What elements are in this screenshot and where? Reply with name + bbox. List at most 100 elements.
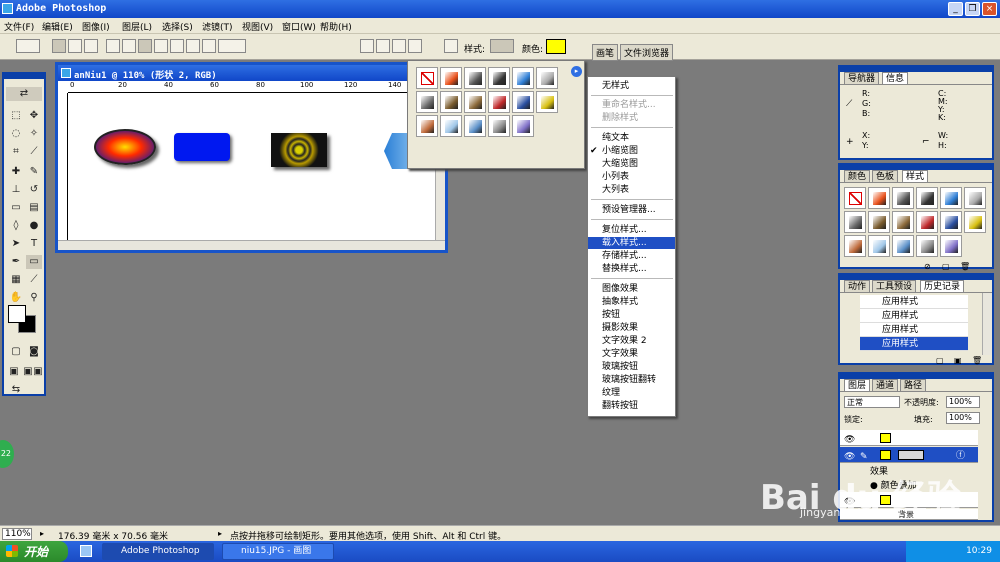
menu-item-delete-style[interactable]: 删除样式 bbox=[588, 112, 675, 124]
picker-menu-arrow-icon[interactable]: ▸ bbox=[571, 66, 582, 77]
style-swatch[interactable] bbox=[940, 211, 962, 233]
menu-item-small-list[interactable]: 小列表 bbox=[588, 171, 675, 183]
path-select-icon[interactable]: ➤ bbox=[8, 237, 24, 251]
restore-icon[interactable]: ❐ bbox=[965, 2, 980, 16]
taskbar-photoshop[interactable]: Adobe Photoshop bbox=[102, 543, 214, 560]
new-snapshot-icon[interactable]: ▢ bbox=[936, 356, 944, 365]
hand-tool-icon[interactable]: ✋ bbox=[8, 291, 24, 305]
concentric-button-shape[interactable] bbox=[271, 133, 327, 167]
link-icon[interactable] bbox=[444, 39, 458, 53]
menu-layer[interactable]: 图层(L) bbox=[122, 20, 152, 33]
add-area-icon[interactable] bbox=[360, 39, 374, 53]
pen-tool-icon[interactable]: ✒ bbox=[8, 255, 24, 269]
style-swatch[interactable] bbox=[844, 187, 866, 209]
style-swatch[interactable] bbox=[536, 91, 558, 113]
blur-tool-icon[interactable]: ◊ bbox=[8, 219, 24, 233]
menu-view[interactable]: 视图(V) bbox=[242, 20, 273, 33]
style-swatch[interactable] bbox=[868, 235, 890, 257]
delete-style-icon[interactable]: 🗑 bbox=[960, 262, 970, 271]
clear-style-icon[interactable]: ⊘ bbox=[924, 262, 931, 271]
gradient-tool-icon[interactable]: ▤ bbox=[26, 201, 42, 215]
fill-pixels-icon[interactable] bbox=[84, 39, 98, 53]
style-swatch[interactable] bbox=[488, 91, 510, 113]
menu-item-buttons[interactable]: 按钮 bbox=[588, 309, 675, 321]
tab-paths[interactable]: 路径 bbox=[900, 379, 927, 391]
menu-item-image-effects[interactable]: 图像效果 bbox=[588, 283, 675, 295]
zoom-input[interactable]: 110% bbox=[2, 528, 32, 540]
menu-select[interactable]: 选择(S) bbox=[162, 20, 193, 33]
style-swatch[interactable] bbox=[512, 67, 534, 89]
style-swatch[interactable] bbox=[440, 91, 462, 113]
new-document-icon[interactable]: ▣ bbox=[954, 356, 962, 365]
taskbar-paint[interactable]: niu15.JPG - 画图 bbox=[222, 543, 334, 560]
style-swatch[interactable] bbox=[940, 187, 962, 209]
menu-item-textures[interactable]: 纹理 bbox=[588, 387, 675, 399]
eye-icon[interactable]: 👁 bbox=[844, 432, 855, 448]
menu-item-small-thumbnail[interactable]: ✔ 小缩览图 bbox=[588, 145, 675, 157]
tab-actions[interactable]: 动作 bbox=[844, 280, 871, 292]
history-row[interactable]: 应用样式 bbox=[860, 309, 968, 323]
menu-item-rollover-buttons[interactable]: 翻转按钮 bbox=[588, 400, 675, 412]
style-swatch[interactable] bbox=[464, 91, 486, 113]
menu-edit[interactable]: 编辑(E) bbox=[42, 20, 73, 33]
tab-layers[interactable]: 图层 bbox=[844, 379, 871, 391]
eraser-icon[interactable]: ▭ bbox=[8, 201, 24, 215]
menu-item-no-style[interactable]: 无样式 bbox=[588, 80, 675, 92]
opacity-input[interactable]: 100% bbox=[946, 396, 980, 408]
rounded-rectangle-icon[interactable] bbox=[154, 39, 168, 53]
menu-item-text-only[interactable]: 纯文本 bbox=[588, 132, 675, 144]
shape-layers-icon[interactable] bbox=[52, 39, 66, 53]
menu-item-glass-button-rollovers[interactable]: 玻璃按钮翻转 bbox=[588, 374, 675, 386]
menu-image[interactable]: 图像(I) bbox=[82, 20, 110, 33]
menu-help[interactable]: 帮助(H) bbox=[320, 20, 352, 33]
close-icon[interactable]: × bbox=[982, 2, 997, 16]
history-brush-icon[interactable]: ↺ bbox=[26, 183, 42, 197]
style-swatch[interactable] bbox=[892, 235, 914, 257]
style-swatch[interactable] bbox=[440, 115, 462, 137]
type-tool-icon[interactable]: T bbox=[26, 237, 42, 251]
style-swatch[interactable] bbox=[844, 235, 866, 257]
menu-filter[interactable]: 滤镜(T) bbox=[202, 20, 233, 33]
custom-shape-icon[interactable] bbox=[218, 39, 246, 53]
style-swatch[interactable] bbox=[868, 211, 890, 233]
jump-to-imageready-icon[interactable]: ⇆ bbox=[8, 383, 24, 397]
style-swatch[interactable] bbox=[964, 187, 986, 209]
standard-mode-icon[interactable]: ▢ bbox=[8, 345, 24, 359]
history-row[interactable]: 应用样式 bbox=[860, 323, 968, 337]
blend-mode-select[interactable]: 正常 bbox=[844, 396, 900, 408]
style-swatch[interactable] bbox=[844, 211, 866, 233]
freeform-pen-icon[interactable] bbox=[122, 39, 136, 53]
foreground-color-swatch[interactable] bbox=[8, 305, 26, 323]
rectangle-icon[interactable] bbox=[138, 39, 152, 53]
menu-item-large-list[interactable]: 大列表 bbox=[588, 184, 675, 196]
menu-item-preset-manager[interactable]: 预设管理器... bbox=[588, 204, 675, 216]
style-picker[interactable] bbox=[490, 39, 514, 53]
history-row-selected[interactable]: 应用样式 bbox=[860, 337, 968, 351]
new-style-icon[interactable]: ▢ bbox=[942, 262, 950, 271]
status-arrow-icon[interactable]: ▸ bbox=[218, 529, 222, 538]
stamp-tool-icon[interactable]: ⊥ bbox=[8, 183, 24, 197]
menu-item-text-effects-2[interactable]: 文字效果 2 bbox=[588, 335, 675, 347]
style-swatch[interactable] bbox=[916, 211, 938, 233]
eye-icon[interactable]: 👁 bbox=[844, 449, 855, 465]
menu-item-abstract-styles[interactable]: 抽象样式 bbox=[588, 296, 675, 308]
exclude-area-icon[interactable] bbox=[408, 39, 422, 53]
tool-preset-picker[interactable] bbox=[16, 39, 40, 53]
marquee-tool-icon[interactable]: ⬚ bbox=[8, 109, 24, 123]
menu-item-replace-styles[interactable]: 替换样式... bbox=[588, 263, 675, 275]
line-icon[interactable] bbox=[202, 39, 216, 53]
style-swatch[interactable] bbox=[416, 67, 438, 89]
healing-brush-icon[interactable]: ✚ bbox=[8, 165, 24, 179]
move-tool-icon[interactable]: ✥ bbox=[26, 109, 42, 123]
crop-tool-icon[interactable]: ⌗ bbox=[8, 145, 24, 159]
menu-item-load-styles[interactable]: 载入样式... bbox=[588, 237, 675, 249]
canvas[interactable] bbox=[68, 93, 435, 243]
style-swatch[interactable] bbox=[416, 91, 438, 113]
zoom-arrow-icon[interactable]: ▸ bbox=[40, 529, 44, 538]
tab-info[interactable]: 信息 bbox=[882, 72, 909, 84]
slice-tool-icon[interactable]: ⟋ bbox=[26, 145, 42, 159]
tab-channels[interactable]: 通道 bbox=[872, 379, 899, 391]
zoom-tool-icon[interactable]: ⚲ bbox=[26, 291, 42, 305]
magic-wand-icon[interactable]: ✧ bbox=[26, 127, 42, 141]
dodge-tool-icon[interactable]: ● bbox=[26, 219, 42, 233]
